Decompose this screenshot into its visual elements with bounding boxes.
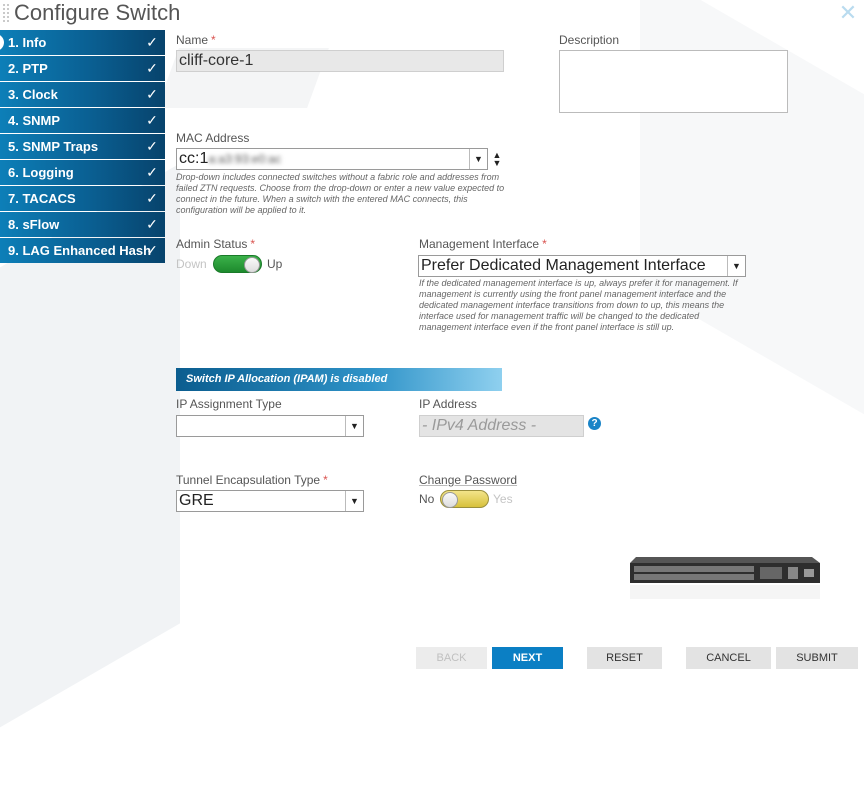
uplink-ports	[760, 567, 782, 579]
step-sflow[interactable]: 8. sFlow ✓	[0, 212, 165, 237]
management-interface-select[interactable]: Prefer Dedicated Management Interface ▼	[418, 255, 746, 277]
console-port	[804, 569, 814, 577]
close-icon[interactable]: ✕	[838, 2, 858, 24]
change-password-label: Change Password	[419, 473, 518, 487]
chevron-down-icon[interactable]: ▼	[345, 416, 363, 436]
mac-address-redacted: a:a3:93:e0:ac	[208, 152, 282, 166]
submit-button[interactable]: SUBMIT	[776, 647, 858, 669]
dialog-header: Configure Switch ✕	[0, 0, 864, 28]
required-marker: *	[323, 473, 328, 487]
admin-status-off-label: Down	[176, 257, 207, 271]
toggle-knob	[244, 257, 260, 273]
check-icon: ✓	[146, 164, 158, 180]
management-interface-label-text: Management Interface	[419, 237, 540, 251]
ipam-status-banner: Switch IP Allocation (IPAM) is disabled	[176, 368, 502, 391]
check-icon: ✓	[146, 190, 158, 206]
admin-status-label: Admin Status *	[176, 237, 255, 251]
step-label: 5. SNMP Traps	[8, 139, 99, 154]
mac-address-help: Drop-down includes connected switches wi…	[176, 172, 505, 215]
step-label: 6. Logging	[8, 165, 74, 180]
change-password-toggle[interactable]	[440, 490, 489, 508]
next-button[interactable]: NEXT	[492, 647, 563, 669]
admin-status-toggle[interactable]	[213, 255, 262, 273]
switch-reflection	[630, 585, 820, 599]
mac-address-combobox[interactable]: cc:1a:a3:93:e0:ac ▼	[176, 148, 488, 170]
switch-hardware-image	[630, 557, 820, 599]
management-interface-label: Management Interface *	[419, 237, 547, 251]
name-input[interactable]: cliff-core-1	[176, 50, 504, 72]
step-logging[interactable]: 6. Logging ✓	[0, 160, 165, 185]
required-marker: *	[250, 237, 256, 251]
step-label: 3. Clock	[8, 87, 58, 102]
change-password-off-label: No	[419, 492, 435, 506]
admin-status-label-text: Admin Status	[176, 237, 248, 251]
back-button[interactable]: BACK	[416, 647, 487, 669]
tunnel-encapsulation-value: GRE	[179, 492, 214, 509]
chevron-down-icon[interactable]: ▼	[727, 256, 745, 276]
check-icon: ✓	[146, 112, 158, 128]
sort-arrows-icon[interactable]: ▲ ▼	[492, 151, 502, 168]
ip-address-label: IP Address	[419, 397, 477, 411]
step-info[interactable]: 1. Info ✓	[0, 30, 165, 55]
cancel-button[interactable]: CANCEL	[686, 647, 771, 669]
step-snmp-traps[interactable]: 5. SNMP Traps ✓	[0, 134, 165, 159]
management-interface-help: If the dedicated management interface is…	[419, 278, 738, 332]
step-tacacs[interactable]: 7. TACACS ✓	[0, 186, 165, 211]
name-label-text: Name	[176, 33, 209, 47]
change-password-on-label: Yes	[493, 492, 513, 506]
mac-address-value: cc:1	[179, 150, 209, 167]
tunnel-encapsulation-label: Tunnel Encapsulation Type *	[176, 473, 328, 487]
mac-address-label: MAC Address	[176, 131, 250, 145]
dialog-title: Configure Switch	[14, 0, 181, 25]
management-port	[788, 567, 798, 579]
check-icon: ✓	[146, 216, 158, 232]
chevron-down-icon[interactable]: ▼	[345, 491, 363, 511]
drag-handle-icon[interactable]	[2, 3, 10, 23]
reset-button[interactable]: RESET	[587, 647, 662, 669]
step-label: 4. SNMP	[8, 113, 61, 128]
ip-assignment-type-select[interactable]: ▼	[176, 415, 364, 437]
switch-top	[630, 557, 820, 563]
port-row-top	[634, 566, 754, 572]
description-textarea[interactable]	[559, 50, 788, 113]
wizard-steps: 1. Info ✓ 2. PTP ✓ 3. Clock ✓ 4. SNMP ✓ …	[0, 30, 165, 264]
step-snmp[interactable]: 4. SNMP ✓	[0, 108, 165, 133]
tunnel-encapsulation-label-text: Tunnel Encapsulation Type	[176, 473, 321, 487]
step-lag-enhanced-hash[interactable]: 9. LAG Enhanced Hash ✓	[0, 238, 165, 263]
ip-assignment-type-label: IP Assignment Type	[176, 397, 282, 411]
check-icon: ✓	[146, 86, 158, 102]
required-marker: *	[542, 237, 547, 251]
description-label: Description	[559, 33, 620, 47]
toggle-knob	[442, 492, 458, 508]
ip-address-input[interactable]: - IPv4 Address -	[419, 415, 584, 437]
check-icon: ✓	[146, 138, 158, 154]
management-interface-value: Prefer Dedicated Management Interface	[421, 257, 706, 274]
step-ptp[interactable]: 2. PTP ✓	[0, 56, 165, 81]
check-icon: ✓	[146, 34, 158, 50]
step-label: 8. sFlow	[8, 217, 60, 232]
step-label: 2. PTP	[8, 61, 48, 76]
tunnel-encapsulation-select[interactable]: GRE ▼	[176, 490, 364, 512]
help-icon[interactable]: ?	[588, 417, 601, 430]
required-marker: *	[211, 33, 216, 47]
name-label: Name *	[176, 33, 216, 47]
step-clock[interactable]: 3. Clock ✓	[0, 82, 165, 107]
chevron-down-icon[interactable]: ▼	[469, 149, 487, 169]
step-label: 7. TACACS	[8, 191, 76, 206]
port-row-bottom	[634, 574, 754, 580]
step-label: 1. Info	[8, 35, 47, 50]
admin-status-on-label: Up	[267, 257, 283, 271]
check-icon: ✓	[146, 242, 158, 258]
check-icon: ✓	[146, 60, 158, 76]
step-label: 9. LAG Enhanced Hash	[8, 243, 152, 258]
